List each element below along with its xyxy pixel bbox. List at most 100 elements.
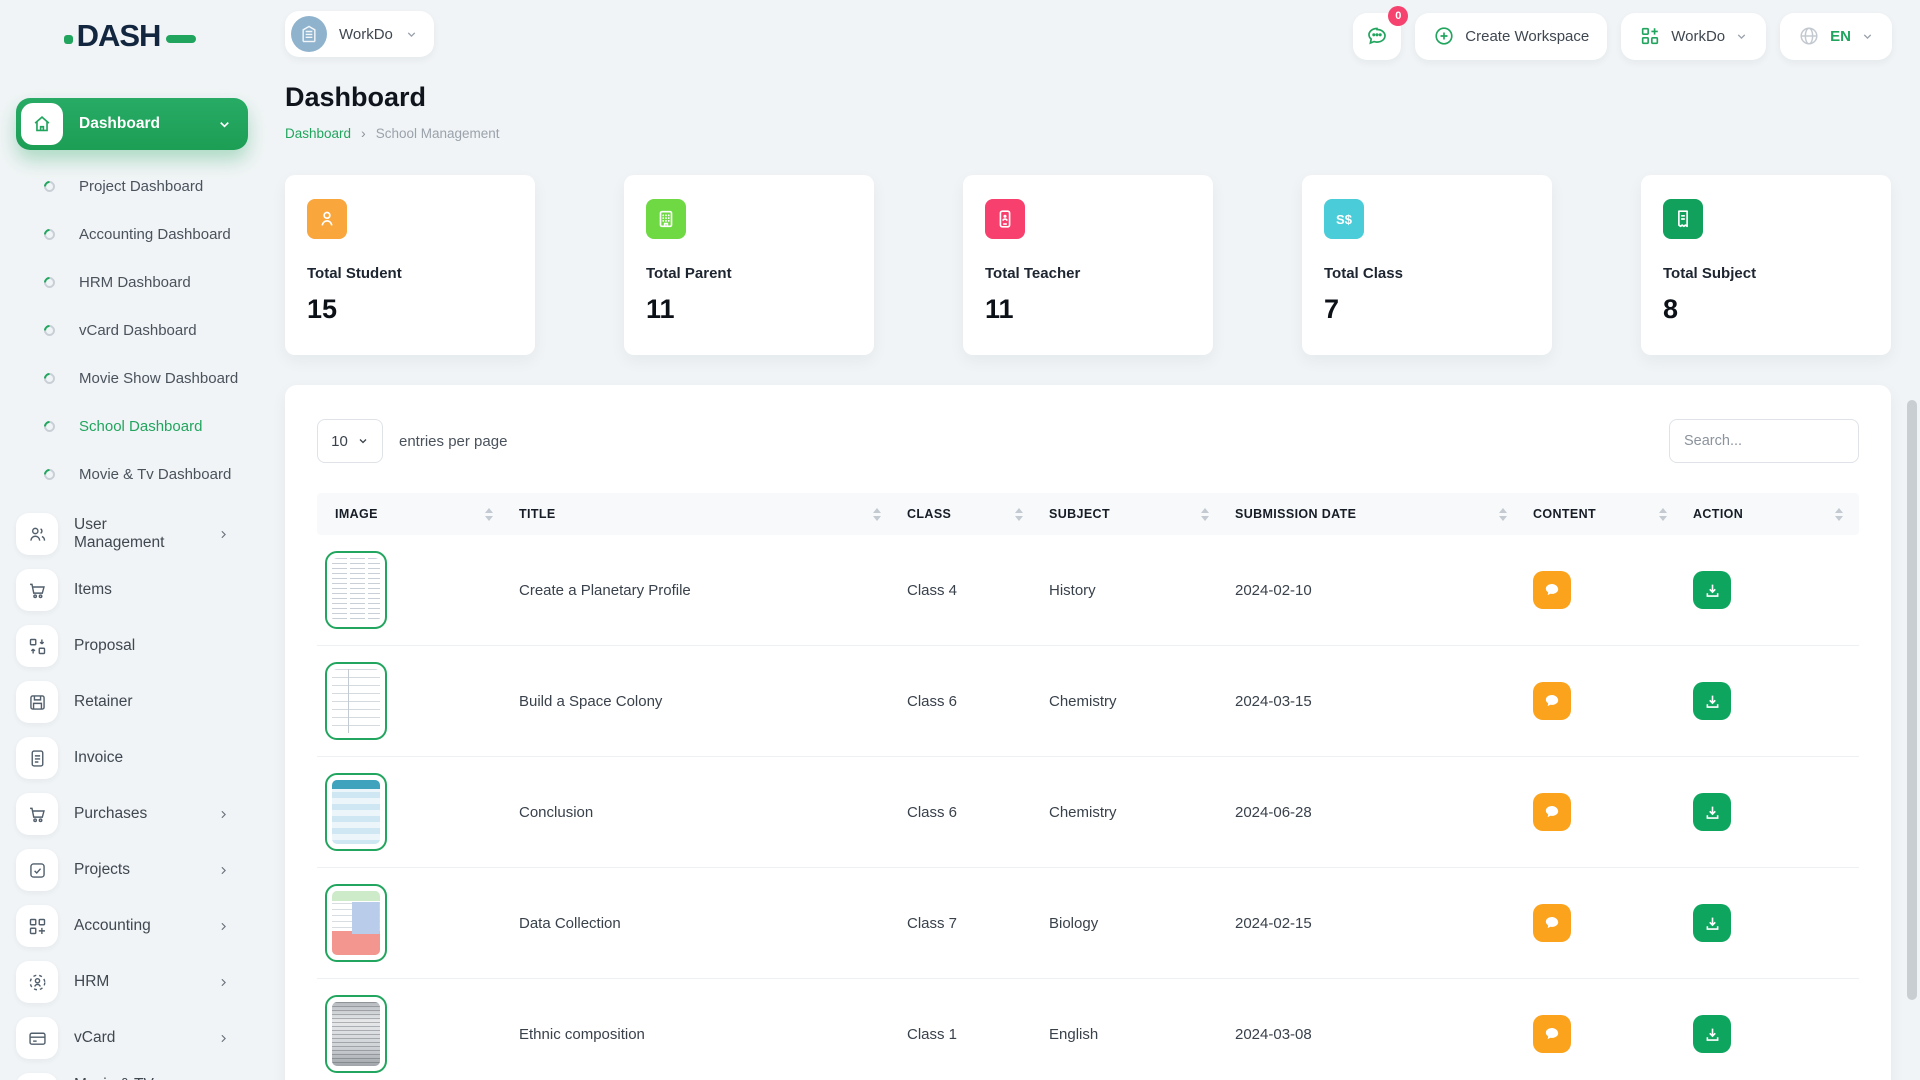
sidebar-item-accounting-dashboard[interactable]: Accounting Dashboard — [16, 210, 272, 258]
sort-icon — [873, 508, 881, 521]
sidebar-item-accounting[interactable]: Accounting — [16, 898, 272, 954]
sidebar-item-invoice[interactable]: Invoice — [16, 730, 272, 786]
sidebar-item-vcard[interactable]: vCard — [16, 1010, 272, 1066]
content-comment-button[interactable] — [1533, 1015, 1571, 1053]
group-label: Movie & TV Studio — [74, 1076, 201, 1080]
bullet-icon — [42, 370, 58, 386]
sidebar-item-hrm[interactable]: HRM — [16, 954, 272, 1010]
search-input[interactable] — [1669, 419, 1859, 463]
group-label: User Management — [74, 516, 201, 552]
column-header-class[interactable]: CLASS — [897, 493, 1039, 535]
assignment-thumbnail — [325, 884, 387, 962]
column-header-action[interactable]: ACTION — [1683, 493, 1859, 535]
download-icon — [1703, 803, 1722, 822]
content-comment-button[interactable] — [1533, 793, 1571, 831]
workspace-selector[interactable]: WorkDo — [285, 11, 434, 57]
sidebar-item-proposal[interactable]: Proposal — [16, 618, 272, 674]
assignment-class: Class 6 — [897, 757, 1039, 868]
cart-icon — [16, 793, 58, 835]
create-workspace-button[interactable]: Create Workspace — [1415, 13, 1607, 60]
breadcrumb: Dashboard › School Management — [285, 125, 1891, 141]
bullet-icon — [42, 226, 58, 242]
sidebar-item-items[interactable]: Items — [16, 562, 272, 618]
download-button[interactable] — [1693, 904, 1731, 942]
workspace-avatar — [291, 16, 327, 52]
sort-icon — [1499, 508, 1507, 521]
download-button[interactable] — [1693, 1015, 1731, 1053]
sidebar-item-movie-tv-dashboard[interactable]: Movie & Tv Dashboard — [16, 450, 272, 498]
content-comment-button[interactable] — [1533, 904, 1571, 942]
breadcrumb-dashboard-link[interactable]: Dashboard — [285, 126, 351, 141]
sidebar-item-dashboard[interactable]: Dashboard — [16, 98, 248, 150]
column-header-subject[interactable]: SUBJECT — [1039, 493, 1225, 535]
stat-cards: Total Student 15 Total Parent 11 Total T… — [285, 175, 1891, 355]
document-icon — [16, 737, 58, 779]
assignment-title: Build a Space Colony — [509, 646, 897, 757]
subitem-label: School Dashboard — [79, 418, 202, 435]
download-button[interactable] — [1693, 571, 1731, 609]
chevron-right-icon — [217, 1032, 230, 1045]
workspace-name: WorkDo — [339, 26, 393, 43]
chat-bubble-icon — [1542, 1024, 1562, 1044]
sidebar-item-user-management[interactable]: User Management — [16, 506, 272, 562]
currency-icon: S$ — [1324, 199, 1364, 239]
table-row: Conclusion Class 6 Chemistry 2024-06-28 — [317, 757, 1859, 868]
sidebar-item-vcard-dashboard[interactable]: vCard Dashboard — [16, 306, 272, 354]
chevron-down-icon — [217, 117, 232, 132]
chevron-right-icon — [217, 976, 230, 989]
workspace-switcher-button[interactable]: WorkDo — [1621, 13, 1766, 60]
chevron-down-icon — [405, 28, 418, 41]
column-header-submission-date[interactable]: SUBMISSION DATE — [1225, 493, 1523, 535]
table-row: Data Collection Class 7 Biology 2024-02-… — [317, 868, 1859, 979]
column-header-title[interactable]: TITLE — [509, 493, 897, 535]
assignment-date: 2024-03-15 — [1225, 646, 1523, 757]
chat-bubble-icon — [1542, 913, 1562, 933]
sidebar-item-project-dashboard[interactable]: Project Dashboard — [16, 162, 272, 210]
sidebar-item-movie-tv-studio[interactable]: Movie & TV Studio — [16, 1066, 272, 1080]
swap-grid-icon — [16, 625, 58, 667]
download-button[interactable] — [1693, 682, 1731, 720]
content-comment-button[interactable] — [1533, 571, 1571, 609]
group-label: Retainer — [74, 693, 133, 711]
id-card-icon — [985, 199, 1025, 239]
assignment-subject: History — [1039, 535, 1225, 646]
table-controls: 10 entries per page — [317, 419, 1859, 463]
assignment-subject: Biology — [1039, 868, 1225, 979]
language-label: EN — [1830, 28, 1851, 45]
group-label: vCard — [74, 1029, 115, 1047]
create-workspace-label: Create Workspace — [1465, 28, 1589, 45]
user-scan-icon — [16, 961, 58, 1003]
download-button[interactable] — [1693, 793, 1731, 831]
column-header-image[interactable]: IMAGE — [317, 493, 509, 535]
group-label: Accounting — [74, 917, 151, 935]
sidebar-item-retainer[interactable]: Retainer — [16, 674, 272, 730]
scrollbar[interactable] — [1907, 400, 1917, 1000]
topbar: DASH WorkDo 0 Create Workspace WorkDo EN — [0, 0, 1920, 72]
workspace-switcher-label: WorkDo — [1671, 28, 1725, 45]
sidebar-item-school-dashboard[interactable]: School Dashboard — [16, 402, 272, 450]
page-size-select[interactable]: 10 — [317, 419, 383, 463]
sidebar-item-movie-show-dashboard[interactable]: Movie Show Dashboard — [16, 354, 272, 402]
column-header-content[interactable]: CONTENT — [1523, 493, 1683, 535]
sidebar-item-purchases[interactable]: Purchases — [16, 786, 272, 842]
chevron-down-icon — [1861, 30, 1874, 43]
chevron-right-icon — [217, 808, 230, 821]
messages-button[interactable]: 0 — [1353, 13, 1401, 60]
bullet-icon — [42, 274, 58, 290]
stat-value: 8 — [1663, 294, 1869, 325]
subitem-label: vCard Dashboard — [79, 322, 197, 339]
assignment-class: Class 7 — [897, 868, 1039, 979]
building-icon — [646, 199, 686, 239]
table-row: Create a Planetary Profile Class 4 Histo… — [317, 535, 1859, 646]
sidebar-item-projects[interactable]: Projects — [16, 842, 272, 898]
sidebar: Dashboard Project Dashboard Accounting D… — [0, 72, 272, 1080]
language-selector[interactable]: EN — [1780, 13, 1892, 60]
users-icon — [16, 513, 58, 555]
chevron-right-icon: › — [361, 125, 366, 141]
sidebar-item-hrm-dashboard[interactable]: HRM Dashboard — [16, 258, 272, 306]
group-label: Purchases — [74, 805, 147, 823]
content-comment-button[interactable] — [1533, 682, 1571, 720]
topbar-actions: 0 Create Workspace WorkDo EN — [1353, 13, 1892, 60]
page-size-value: 10 — [331, 433, 348, 450]
main-content: Dashboard Dashboard › School Management … — [285, 72, 1891, 1080]
